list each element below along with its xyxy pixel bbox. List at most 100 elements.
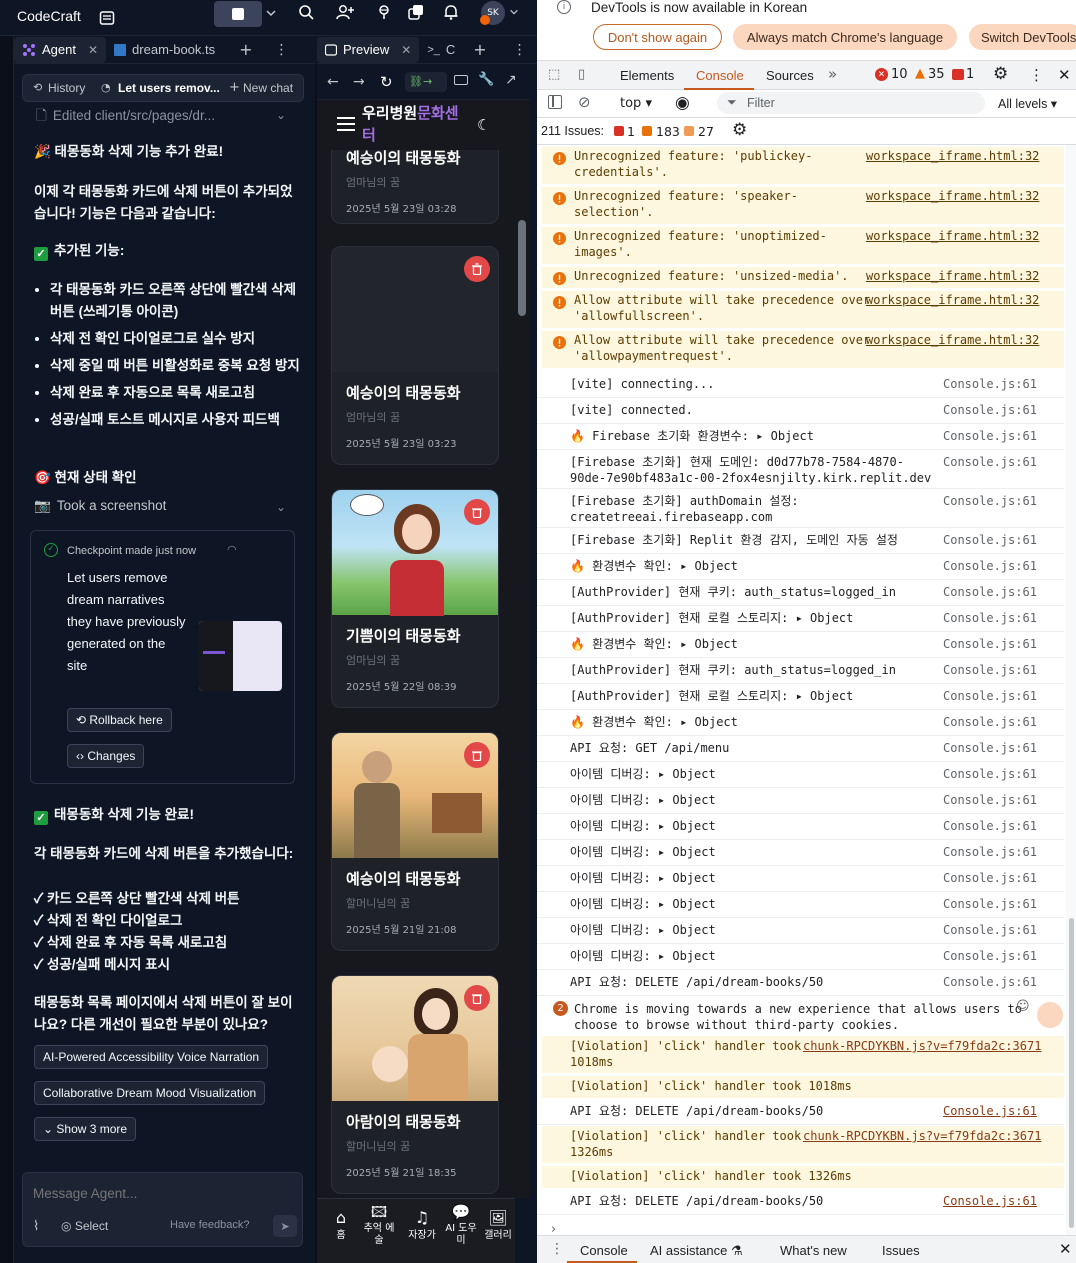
screenshot-row[interactable]: 📷 Took a screenshot — [34, 498, 166, 514]
copy-icon[interactable] — [406, 2, 426, 22]
search-icon[interactable] — [296, 2, 316, 22]
issue-icon[interactable] — [952, 69, 964, 80]
site-title[interactable]: 우리병원문화센터 — [362, 103, 472, 147]
tab-console[interactable]: Console — [696, 68, 744, 83]
console-warning-row[interactable]: Unrecognized feature: 'speaker- selectio… — [537, 187, 1064, 226]
delete-button[interactable] — [464, 256, 490, 282]
add-tab-icon[interactable]: + — [473, 40, 486, 59]
tab-sources[interactable]: Sources — [766, 68, 814, 83]
source-link[interactable]: Console.js:61 — [943, 493, 1037, 509]
source-link[interactable]: Console.js:61 — [943, 584, 1037, 600]
console-log-row[interactable]: 🔥 환경변수 확인: ▸ Object Console.js:61 — [537, 711, 1064, 736]
suggestion-chip[interactable]: AI-Powered Accessibility Voice Narration — [34, 1045, 269, 1069]
sidebar-toggle-icon[interactable] — [548, 95, 562, 109]
delete-button[interactable] — [464, 985, 490, 1011]
inspect-icon[interactable]: ⬚ — [548, 67, 560, 82]
console-log-row[interactable]: API 요청: DELETE /api/dream-books/50 Consol… — [537, 1191, 1064, 1215]
source-link[interactable]: workspace_iframe.html:32 — [866, 292, 1039, 308]
console-log-row[interactable]: API 요청: DELETE /api/dream-books/50 Consol… — [537, 1101, 1064, 1125]
back-icon[interactable]: ← — [327, 74, 339, 90]
error-count[interactable]: 10 — [891, 67, 908, 82]
changes-button[interactable]: ‹› Changes — [67, 744, 145, 768]
console-log-row[interactable]: 🔥 Firebase 초기화 환경변수: ▸ Object Console.js:… — [537, 425, 1064, 450]
wrench-icon[interactable]: 🔧 — [478, 72, 494, 87]
delete-button[interactable] — [464, 742, 490, 768]
add-user-icon[interactable] — [334, 2, 356, 22]
source-link[interactable]: Console.js:61 — [943, 714, 1037, 730]
source-link[interactable]: Console.js:61 — [943, 688, 1037, 704]
preview-scrollbar[interactable] — [515, 100, 529, 1198]
drawer-tab-ai[interactable]: AI assistance ⚗ — [650, 1243, 743, 1259]
issues-row[interactable]: 211 Issues: 1 183 27 ⚙ — [537, 118, 1076, 145]
console-log-row[interactable]: API 요청: DELETE /api/dream-books/50 Consol… — [537, 971, 1064, 996]
rollback-button[interactable]: ⟲ Rollback here — [67, 708, 172, 732]
console-violation-row[interactable]: [Violation] 'click' handler took 1326ms c… — [537, 1126, 1064, 1165]
workspace-icon[interactable] — [98, 9, 116, 27]
paperclip-icon[interactable]: ⌇ — [33, 1219, 39, 1234]
log-levels-select[interactable]: All levels ▾ — [998, 96, 1057, 111]
warning-count[interactable]: 35 — [928, 67, 945, 82]
console-log-row[interactable]: [Firebase 초기화] Replit 환경 감지, 도메인 자동 설정 Co… — [537, 529, 1064, 554]
source-link[interactable]: Console.js:61 — [943, 376, 1037, 392]
console-warning-row[interactable]: Unrecognized feature: 'publickey- creden… — [537, 147, 1064, 186]
console-log-row[interactable]: 아이템 디버깅: ▸ Object Console.js:61 — [537, 789, 1064, 814]
source-link[interactable]: workspace_iframe.html:32 — [866, 228, 1039, 244]
gear-icon[interactable]: ⚙ — [993, 64, 1008, 84]
source-link[interactable]: Console.js:61 — [943, 844, 1037, 860]
console-violation-row[interactable]: [Violation] 'click' handler took 1326ms — [537, 1166, 1064, 1190]
eye-icon[interactable]: ◉ — [675, 93, 690, 113]
issue-count[interactable]: 1 — [966, 67, 974, 82]
gear-icon[interactable]: ⚙ — [732, 120, 747, 140]
console-violation-row[interactable]: [Violation] 'click' handler took 1018ms c… — [537, 1036, 1064, 1075]
console-log-row[interactable]: API 요청: GET /api/menu Console.js:61 — [537, 737, 1064, 762]
console-scrollbar[interactable] — [1066, 145, 1076, 1235]
chevron-down-icon[interactable] — [264, 6, 278, 20]
console-log-row[interactable]: [AuthProvider] 현재 쿠키: auth_status=logged… — [537, 581, 1064, 606]
drawer-tab-console[interactable]: Console — [580, 1243, 628, 1258]
history-button[interactable]: History — [48, 81, 85, 95]
forward-icon[interactable]: → — [353, 74, 365, 90]
source-link[interactable]: workspace_iframe.html:32 — [866, 188, 1039, 204]
console-log-row[interactable]: [vite] connecting... Console.js:61 — [537, 373, 1064, 398]
source-link[interactable]: chunk-RPCDYKBN.js?v=f79fda2c:3671 — [803, 1038, 1041, 1054]
show-more-button[interactable]: ⌄ Show 3 more — [34, 1117, 137, 1141]
console-violation-row[interactable]: [Violation] 'click' handler took 1018ms — [537, 1076, 1064, 1100]
stop-button[interactable] — [214, 1, 262, 27]
close-icon[interactable]: ✕ — [1058, 66, 1071, 84]
console-log-row[interactable]: 아이템 디버깅: ▸ Object Console.js:61 — [537, 919, 1064, 944]
url-bar[interactable]: ⛓→ — [405, 72, 447, 92]
add-tab-icon[interactable]: + — [239, 40, 252, 59]
dream-card[interactable]: 예승이의 태몽동화 엄마님의 꿈 2025년 5월 23일 03:23 — [331, 246, 499, 465]
console-log-row[interactable]: 아이템 디버깅: ▸ Object Console.js:61 — [537, 815, 1064, 840]
tab-elements[interactable]: Elements — [620, 68, 674, 83]
deploy-icon[interactable] — [374, 2, 394, 22]
chevron-down-icon[interactable] — [508, 5, 520, 19]
source-link[interactable]: Console.js:61 — [943, 532, 1037, 548]
filter-box[interactable]: ⏷ Filter — [717, 92, 985, 114]
switch-devtools-button[interactable]: Switch DevTools — [969, 24, 1076, 50]
console-info-row[interactable]: 2 Chrome is moving towards a new experien… — [537, 997, 1064, 1035]
error-icon[interactable]: ✕ — [875, 68, 888, 81]
tab-dream-book[interactable]: dream-book.ts — [106, 37, 223, 63]
floating-action-button[interactable] — [1037, 1002, 1063, 1028]
source-link[interactable]: workspace_iframe.html:32 — [866, 148, 1039, 164]
console-warning-row[interactable]: Allow attribute will take precedence ove… — [537, 331, 1064, 370]
console-log-row[interactable]: 아이템 디버깅: ▸ Object Console.js:61 — [537, 945, 1064, 970]
tab-console[interactable]: >_ C — [419, 37, 463, 63]
close-icon[interactable]: ✕ — [88, 43, 98, 57]
console-warning-row[interactable]: Unrecognized feature: 'unsized-media'. wo… — [537, 267, 1064, 290]
console-log-row[interactable]: [Firebase 초기화] authDomain 설정: createtree… — [537, 490, 1064, 528]
console-warning-row[interactable]: Unrecognized feature: 'unoptimized- imag… — [537, 227, 1064, 266]
console-prompt-icon[interactable]: › — [551, 1222, 556, 1235]
chat-title[interactable]: Let users remov... — [118, 81, 220, 95]
dream-card[interactable]: 기쁨이의 태몽동화 엄마님의 꿈 2025년 5월 22일 08:39 — [331, 489, 499, 708]
more-icon[interactable]: ⋮ — [513, 42, 527, 58]
select-button[interactable]: ◎ Select — [61, 1219, 108, 1233]
edited-file-row[interactable]: 🗋 Edited client/src/pages/dr... — [36, 106, 215, 129]
nav-lullaby[interactable]: ♫ 자장가 — [403, 1207, 441, 1242]
feedback-link[interactable]: Have feedback? — [170, 1219, 250, 1231]
console-log-row[interactable]: [vite] connected. Console.js:61 — [537, 399, 1064, 424]
moon-icon[interactable]: ☾ — [477, 116, 490, 134]
clear-console-icon[interactable]: ⊘ — [578, 93, 591, 111]
context-select[interactable]: top ▾ — [620, 96, 652, 111]
